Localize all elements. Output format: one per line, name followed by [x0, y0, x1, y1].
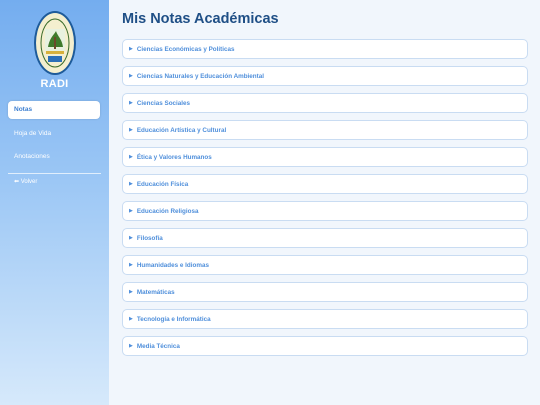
sidebar-item-anotaciones[interactable]: Anotaciones: [8, 148, 100, 166]
triangle-right-icon: ▶: [129, 100, 133, 106]
brand-name: RADI: [40, 78, 69, 90]
subject-list: ▶ Ciencias Económicas y Políticas ▶ Cienci…: [122, 39, 528, 363]
subject-item[interactable]: ▶ Ética y Valores Humanos: [122, 147, 528, 167]
triangle-right-icon: ▶: [129, 181, 133, 187]
subject-label: Ética y Valores Humanos: [136, 153, 212, 161]
subject-label: Ciencias Naturales y Educación Ambiental: [136, 72, 265, 80]
subject-item[interactable]: ▶ Humanidades e Idiomas: [122, 255, 528, 275]
triangle-right-icon: ▶: [129, 316, 133, 322]
triangle-right-icon: ▶: [129, 127, 133, 133]
subject-item[interactable]: ▶ Educación Religiosa: [122, 201, 528, 221]
main-content: Mis Notas Académicas ▶ Ciencias Económica…: [109, 0, 540, 405]
subject-label: Educación Artística y Cultural: [136, 126, 227, 134]
triangle-right-icon: ▶: [129, 154, 133, 160]
triangle-right-icon: ▶: [129, 73, 133, 79]
subject-item[interactable]: ▶ Media Técnica: [122, 336, 528, 356]
subject-label: Humanidades e Idiomas: [136, 261, 209, 269]
triangle-right-icon: ▶: [129, 46, 133, 52]
triangle-right-icon: ▶: [129, 235, 133, 241]
triangle-right-icon: ▶: [129, 289, 133, 295]
subject-item[interactable]: ▶ Ciencias Naturales y Educación Ambienta…: [122, 66, 528, 86]
subject-label: Educación Física: [136, 180, 189, 188]
subject-label: Filosofía: [136, 234, 163, 242]
subject-label: Ciencias Económicas y Políticas: [136, 45, 235, 53]
subject-label: Tecnología e Informática: [136, 315, 211, 323]
triangle-right-icon: ▶: [129, 208, 133, 214]
subject-label: Educación Religiosa: [136, 207, 199, 215]
subject-label: Ciencias Sociales: [136, 99, 191, 107]
subject-item[interactable]: ▶ Filosofía: [122, 228, 528, 248]
triangle-right-icon: ▶: [129, 343, 133, 349]
subject-item[interactable]: ▶ Ciencias Económicas y Políticas: [122, 39, 528, 59]
subject-label: Matemáticas: [136, 288, 175, 296]
back-link[interactable]: ⬅ Volver: [8, 173, 100, 191]
triangle-right-icon: ▶: [129, 262, 133, 268]
subject-item[interactable]: ▶ Matemáticas: [122, 282, 528, 302]
sidebar: RADI Notas Hoja de Vida Anotaciones ⬅ Vo…: [0, 0, 109, 405]
school-crest-logo: [34, 11, 76, 75]
subject-item[interactable]: ▶ Educación Física: [122, 174, 528, 194]
subject-item[interactable]: ▶ Ciencias Sociales: [122, 93, 528, 113]
sidebar-item-notas[interactable]: Notas: [8, 101, 100, 119]
page-title: Mis Notas Académicas: [122, 11, 279, 27]
subject-item[interactable]: ▶ Educación Artística y Cultural: [122, 120, 528, 140]
subject-label: Media Técnica: [136, 342, 180, 350]
subject-item[interactable]: ▶ Tecnología e Informática: [122, 309, 528, 329]
sidebar-item-hoja-de-vida[interactable]: Hoja de Vida: [8, 125, 100, 143]
